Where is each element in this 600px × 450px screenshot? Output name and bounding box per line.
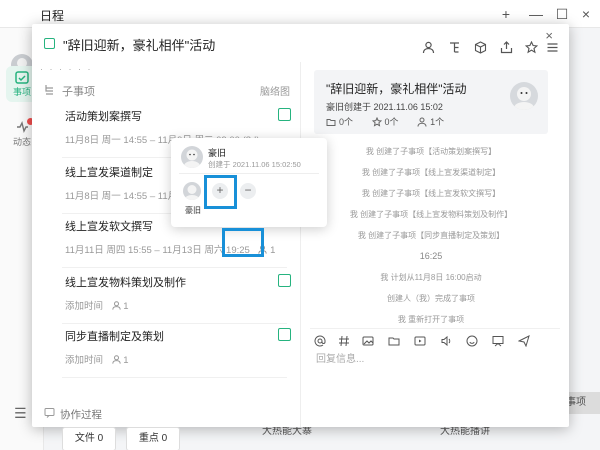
export-icon[interactable] (500, 41, 513, 54)
subtask-meta: 添加时间 1 (65, 298, 129, 312)
highlights-button[interactable]: 重点 0 (126, 427, 180, 450)
feed-time: 16:25 (419, 251, 443, 261)
stat-star[interactable]: 0个 (371, 116, 399, 127)
app-title: 日程 (40, 9, 65, 23)
subtask-title: 活动策划案撰写 (65, 111, 142, 123)
dialog-header: "辞旧迎新，豪礼相伴"活动 × (32, 24, 569, 62)
task-complete-checkbox[interactable] (44, 38, 55, 49)
dialog-title: "辞旧迎新，豪礼相伴"活动 (63, 38, 216, 53)
column-divider (300, 62, 301, 427)
star-icon[interactable] (525, 41, 538, 54)
feed-item: 我 创建了子事项【活动策划案撰写】 (365, 147, 497, 156)
subtask-title: 线上宣发渠道制定 (65, 167, 153, 179)
subtask-checkbox[interactable] (278, 108, 291, 121)
star-small-icon (371, 116, 382, 127)
subtask-title: 线上宣发软文撰写 (65, 221, 153, 233)
emoji-icon[interactable] (466, 335, 478, 347)
feed-item: 我 重新打开了事项 (397, 315, 465, 324)
subtask-checkbox[interactable] (278, 328, 291, 341)
video-icon[interactable] (414, 335, 426, 347)
feed-item: 创建人（我）完成了事项 (387, 294, 475, 303)
image-icon[interactable] (362, 335, 374, 347)
collab-label: 协作过程 (60, 409, 102, 421)
popup-separator (179, 173, 319, 174)
add-icon[interactable]: + (496, 4, 516, 24)
subtask-time[interactable]: 添加时间 (65, 301, 103, 312)
assignee-count: 1 (123, 301, 129, 312)
reply-toolbar (310, 328, 560, 348)
task-info-card: "辞旧迎新，豪礼相伴"活动 豪旧创建于 2021.11.06 15:02 0个 … (314, 70, 548, 134)
cube-icon[interactable] (474, 41, 487, 54)
collaboration-icon (44, 408, 55, 418)
menu-icon[interactable]: ☰ (14, 405, 27, 422)
info-title: "辞旧迎新，豪礼相伴"活动 (326, 82, 467, 96)
remove-member-button[interactable]: − (240, 183, 256, 199)
assignee-popup: 豪旧 创建于 2021.11.06 15:02:50 + − 豪旧 (171, 138, 327, 227)
hashtag-icon[interactable] (338, 335, 350, 347)
subtasks-label: 子事项 (62, 86, 95, 98)
popup-created-time: 创建于 2021.11.06 15:02:50 (208, 160, 301, 169)
subtask-time[interactable]: 添加时间 (65, 355, 103, 366)
subtasks-icon (45, 85, 53, 95)
maximize-icon[interactable]: ☐ (552, 4, 572, 24)
popup-member-name: 豪旧 (185, 206, 201, 215)
subtask-row[interactable]: 线上宣发物料策划及制作 添加时间 1 (62, 268, 291, 324)
subtask-title: 同步直播制定及策划 (65, 331, 164, 343)
window-close-icon[interactable]: × (576, 4, 596, 24)
calendar-icon (15, 71, 29, 84)
folder-icon (326, 119, 336, 126)
files-button[interactable]: 文件 0 (62, 427, 116, 450)
stat-members[interactable]: 1个 (417, 117, 444, 127)
subtask-meta: 添加时间 1 (65, 352, 129, 366)
feed-item: 我 创建了子事项【线上宣发软文撰写】 (361, 189, 501, 198)
assignee-count: 1 (270, 245, 276, 256)
stat-folder[interactable]: 0个 (326, 117, 353, 127)
audio-icon[interactable] (440, 335, 452, 347)
whiteboard-icon[interactable] (492, 335, 504, 347)
folder-attach-icon[interactable] (388, 335, 400, 347)
minimize-icon[interactable]: — (526, 4, 546, 24)
feed-item: 我 创建了子事项【同步直播制定及策划】 (357, 231, 505, 240)
members-icon[interactable] (422, 41, 435, 54)
assignee-icon[interactable] (111, 301, 121, 310)
info-stats: 0个 0个 1个 (326, 115, 460, 128)
assignee-icon[interactable] (111, 355, 121, 364)
feed-item: 我 创建了子事项【线上宣发物料策划及制作】 (349, 210, 513, 219)
popup-creator-avatar (181, 146, 203, 168)
subtask-checkbox[interactable] (278, 274, 291, 287)
info-creator: 豪旧创建于 2021.11.06 15:02 (326, 102, 443, 112)
feed-item: 我 计划从11月8日 16:00启动 (380, 273, 482, 282)
highlight-add-button (204, 175, 237, 209)
popup-creator-name: 豪旧 (208, 148, 227, 158)
person-icon (417, 117, 427, 127)
popup-member-avatar (183, 182, 201, 200)
subtask-title: 线上宣发物料策划及制作 (65, 277, 186, 289)
send-icon[interactable] (518, 335, 530, 347)
reply-input[interactable]: 回复信息... (316, 350, 364, 365)
drag-handle[interactable]: · · · · · · (40, 64, 93, 74)
assignee-count: 1 (123, 355, 129, 366)
more-menu-icon[interactable] (546, 41, 559, 54)
creator-avatar[interactable] (510, 82, 538, 110)
subtask-row[interactable]: 同步直播制定及策划 添加时间 1 (62, 322, 291, 378)
highlight-assignee (222, 228, 264, 257)
mindmap-link[interactable]: 脑络图 (260, 83, 290, 98)
feed-item: 我 创建了子事项【线上宣发渠道制定】 (361, 168, 501, 177)
hierarchy-icon[interactable] (448, 41, 461, 54)
mention-icon[interactable] (314, 335, 326, 347)
